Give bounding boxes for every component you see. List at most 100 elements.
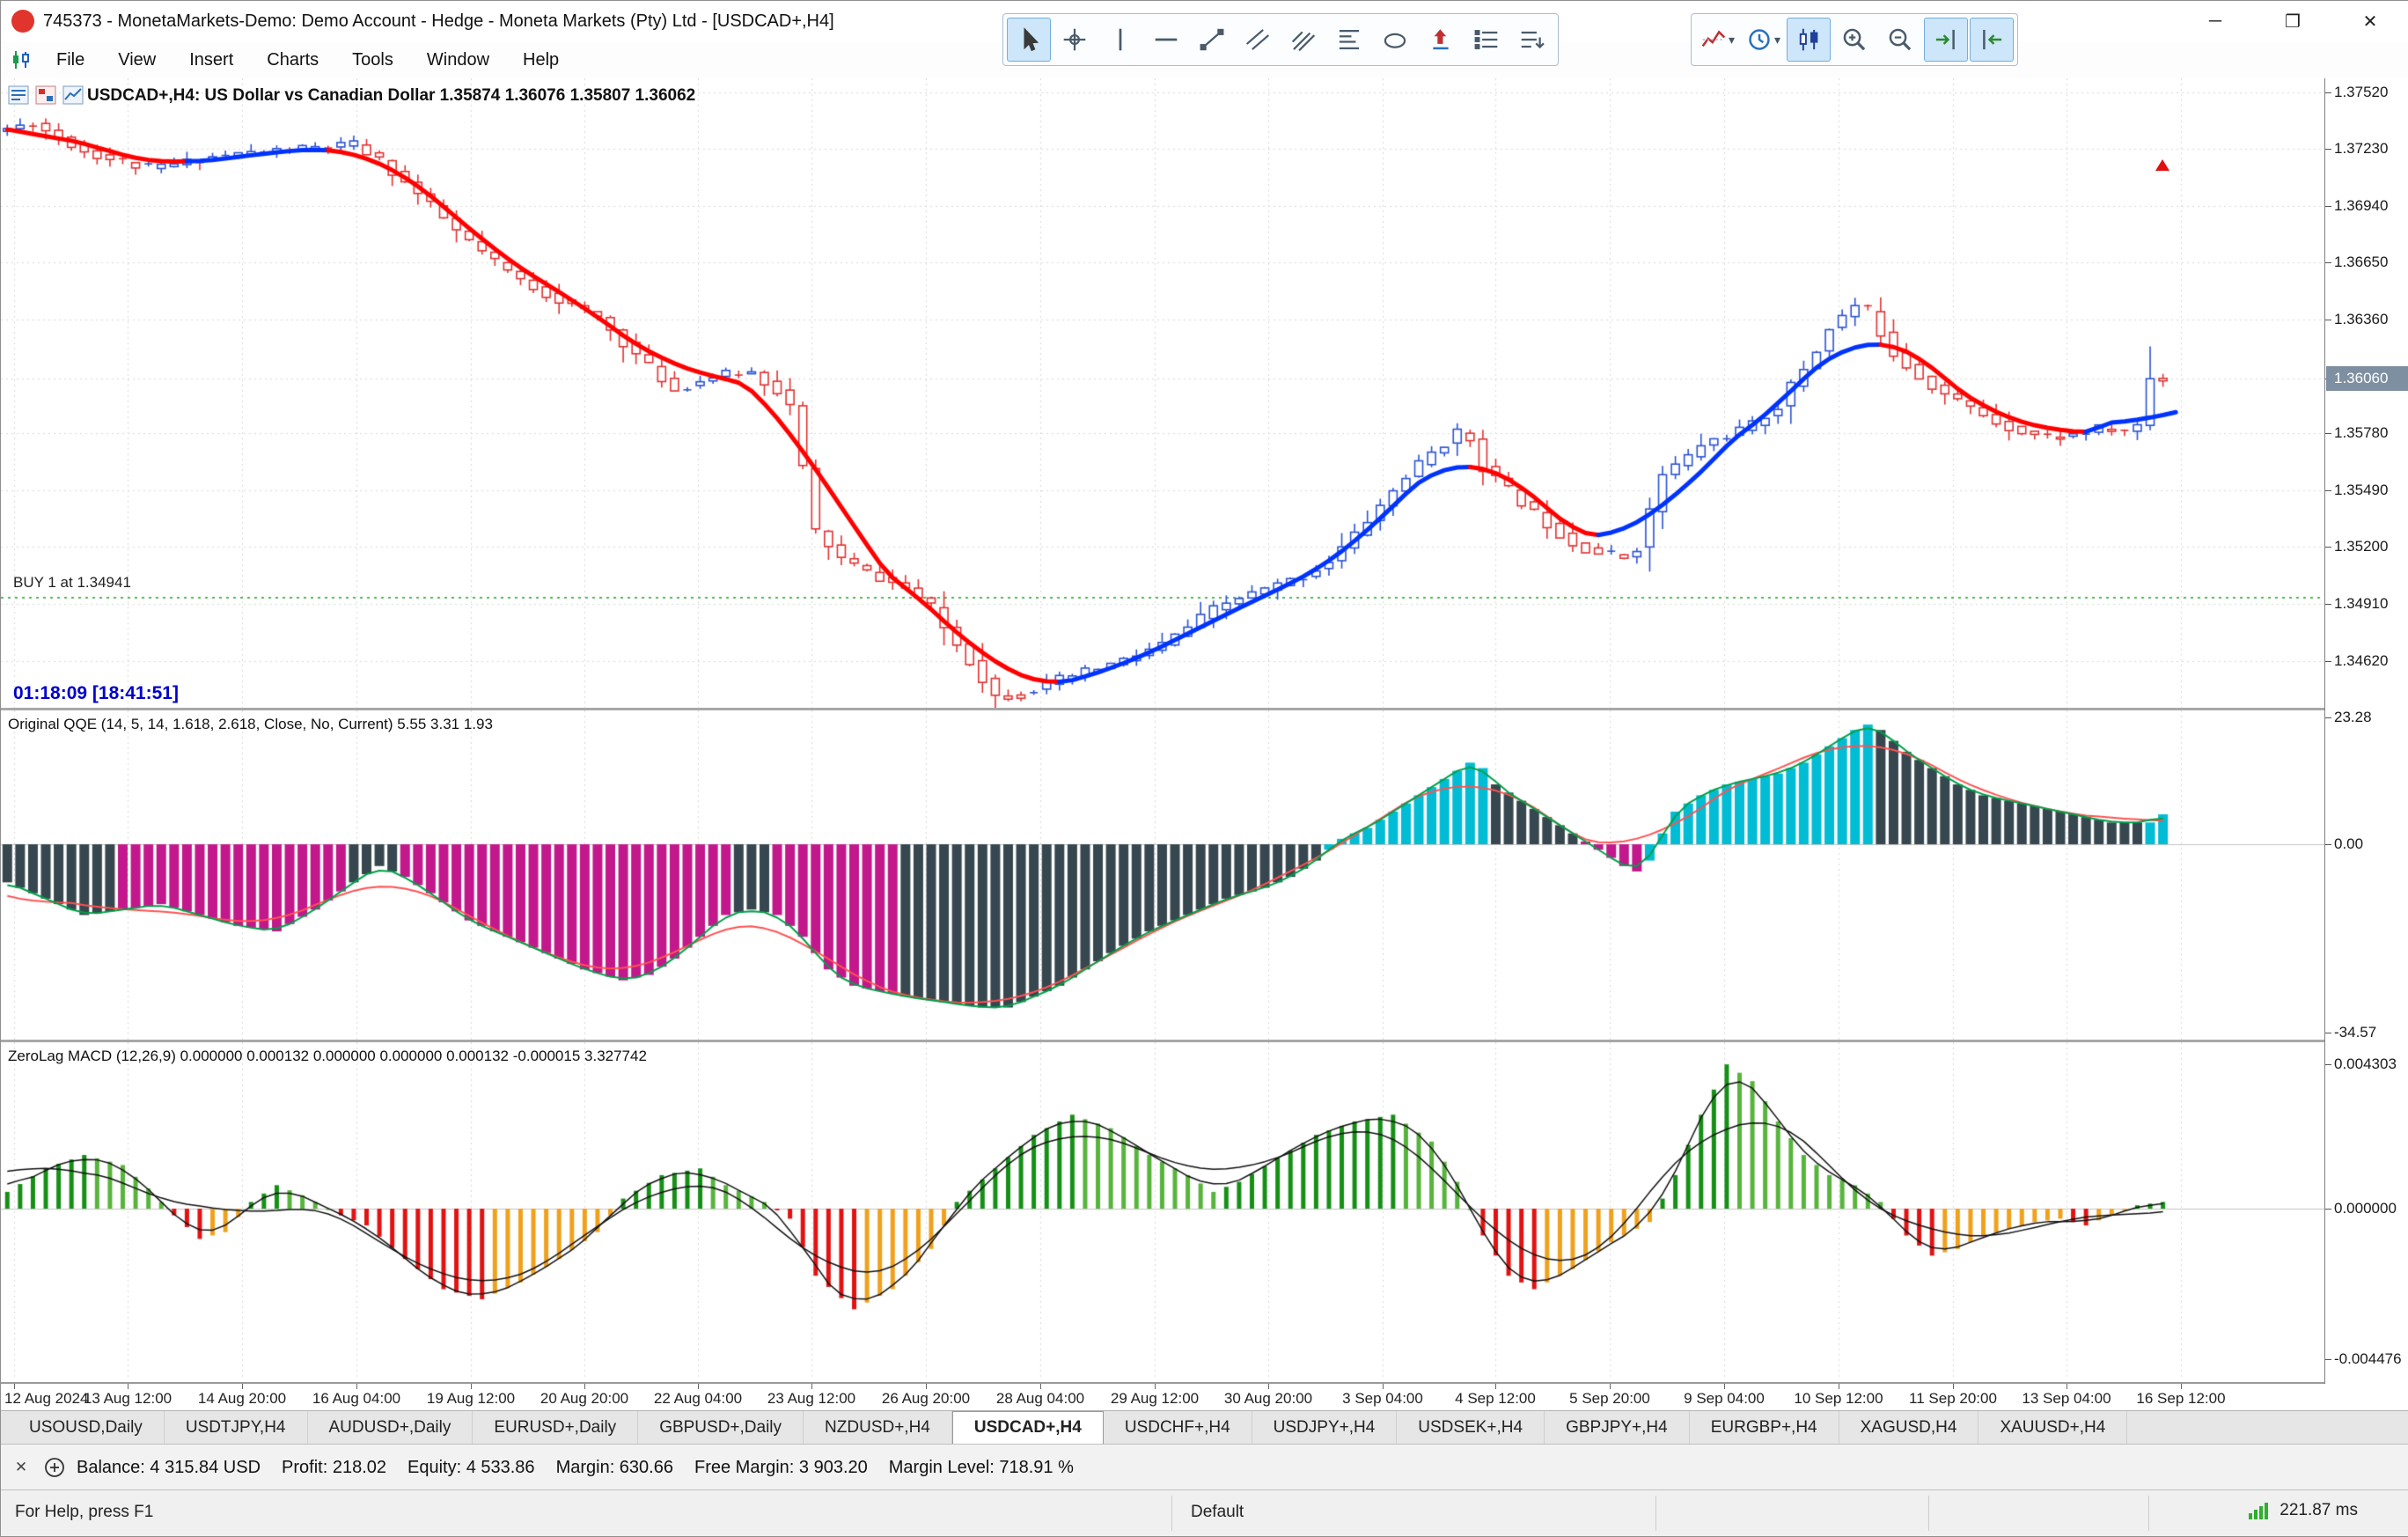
profile-selector[interactable]: Default bbox=[1191, 1503, 1244, 1522]
chart-tab-nzdusd+-h4[interactable]: NZDUSD+,H4 bbox=[804, 1411, 952, 1444]
equity-text: Equity: 4 533.86 bbox=[407, 1457, 535, 1477]
time-axis-label: 16 Aug 04:00 bbox=[312, 1390, 401, 1407]
timeframes-button-dropdown-arrow[interactable]: ▾ bbox=[1774, 33, 1780, 48]
price-scale-label: 0.00 bbox=[2334, 835, 2364, 852]
chart-tab-eurusd+-daily[interactable]: EURUSD+,Daily bbox=[473, 1411, 639, 1444]
shapes-tool[interactable] bbox=[1373, 18, 1417, 62]
depth-of-market-icon[interactable] bbox=[35, 85, 56, 105]
chart-tab-usdsek+-h4[interactable]: USDSEK+,H4 bbox=[1397, 1411, 1545, 1444]
minimize-button[interactable]: ─ bbox=[2177, 1, 2254, 41]
menu-item-help[interactable]: Help bbox=[506, 41, 576, 78]
toolbox-trade-bar: ✕ Balance: 4 315.84 USD Profit: 218.02 Equ… bbox=[1, 1444, 2408, 1490]
chart-tab-usdjpy+-h4[interactable]: USDJPY+,H4 bbox=[1252, 1411, 1398, 1444]
menu-item-file[interactable]: File bbox=[40, 41, 101, 78]
current-price-tag: 1.36060 bbox=[2326, 366, 2408, 391]
price-scale-tick bbox=[2325, 262, 2331, 263]
vertical-line-tool[interactable] bbox=[1098, 18, 1142, 62]
time-axis-label: 28 Aug 04:00 bbox=[995, 1390, 1085, 1407]
menu-item-view[interactable]: View bbox=[101, 41, 173, 78]
price-scale-tick bbox=[2325, 1064, 2331, 1065]
help-hint-text: For Help, press F1 bbox=[15, 1503, 154, 1521]
price-scale-label: 1.35780 bbox=[2334, 424, 2389, 441]
chart-tab-gbpjpy+-h4[interactable]: GBPJPY+,H4 bbox=[1545, 1411, 1690, 1444]
time-axis-label: 14 Aug 20:00 bbox=[197, 1390, 287, 1407]
time-axis-tick bbox=[1610, 1384, 1611, 1389]
equidistant-channel-tool[interactable] bbox=[1236, 18, 1280, 62]
chart-tab-gbpusd+-daily[interactable]: GBPUSD+,Daily bbox=[638, 1411, 804, 1444]
price-scale[interactable]: 1.37520 1.37230 1.36940 1.36650 1.36360 1.360… bbox=[2324, 78, 2408, 1384]
drawing-toolbar bbox=[1002, 13, 1559, 66]
candlestick-mode-button[interactable] bbox=[1787, 18, 1831, 62]
menu-items: File View Insert Charts Tools Window Help bbox=[40, 41, 576, 78]
fibonacci-retracement-tool[interactable] bbox=[1327, 18, 1371, 62]
one-click-trading-icon[interactable] bbox=[8, 85, 29, 105]
candle-timer-label: 01:18:09 [18:41:51] bbox=[13, 683, 179, 703]
price-scale-label: 1.35490 bbox=[2334, 482, 2389, 498]
time-axis-label: 22 Aug 04:00 bbox=[653, 1390, 743, 1407]
margin-text: Margin: 630.66 bbox=[555, 1457, 673, 1477]
macd-indicator-canvas[interactable] bbox=[1, 1042, 2324, 1380]
time-axis-label: 12 Aug 2024 bbox=[4, 1390, 89, 1407]
chart-tab-usdchf+-h4[interactable]: USDCHF+,H4 bbox=[1103, 1411, 1252, 1444]
graphical-objects-tool[interactable] bbox=[1465, 18, 1509, 62]
chart-header: USDCAD+,H4: US Dollar vs Canadian Dollar… bbox=[87, 86, 696, 105]
restore-button[interactable]: ❐ bbox=[2254, 1, 2331, 41]
price-scale-tick bbox=[2325, 844, 2331, 845]
crosshair-tool[interactable] bbox=[1053, 18, 1097, 62]
qqe-indicator-canvas[interactable] bbox=[1, 710, 2324, 1040]
menu-item-tools[interactable]: Tools bbox=[335, 41, 410, 78]
price-scale-tick bbox=[2325, 149, 2331, 150]
time-axis-label: 9 Sep 04:00 bbox=[1684, 1390, 1765, 1407]
chart-tab-xagusd-h4[interactable]: XAGUSD,H4 bbox=[1839, 1411, 1979, 1444]
auto-scroll-button[interactable] bbox=[1970, 18, 2014, 62]
time-axis-label: 11 Sep 20:00 bbox=[1909, 1390, 1997, 1407]
price-scale-tick bbox=[2325, 547, 2331, 548]
chart-tab-audusd+-daily[interactable]: AUDUSD+,Daily bbox=[307, 1411, 474, 1444]
menu-item-insert[interactable]: Insert bbox=[173, 41, 250, 78]
chart-tab-usdtjpy-h4[interactable]: USDTJPY,H4 bbox=[164, 1411, 308, 1444]
time-axis-tick bbox=[242, 1384, 243, 1389]
time-axis-label: 4 Sep 12:00 bbox=[1455, 1390, 1536, 1407]
zoom-out-button[interactable] bbox=[1878, 18, 1922, 62]
chart-controls-toolbar: ▾ ▾ bbox=[1691, 13, 2018, 66]
cursor-tool[interactable] bbox=[1007, 18, 1051, 62]
chart-tab-eurgbp+-h4[interactable]: EURGBP+,H4 bbox=[1689, 1411, 1839, 1444]
time-axis-tick bbox=[1155, 1384, 1156, 1389]
time-axis-tick bbox=[2181, 1384, 2182, 1389]
price-scale-tick bbox=[2325, 1359, 2331, 1360]
new-order-icon[interactable] bbox=[43, 1456, 66, 1479]
chart-shift-button[interactable] bbox=[1924, 18, 1968, 62]
time-axis-label: 19 Aug 12:00 bbox=[426, 1390, 516, 1407]
chart-tab-usousd-daily[interactable]: USOUSD,Daily bbox=[8, 1411, 165, 1444]
andrews-pitchfork-tool[interactable] bbox=[1281, 18, 1325, 62]
chart-tab-usdcad+-h4[interactable]: USDCAD+,H4 bbox=[951, 1411, 1104, 1444]
close-button[interactable]: ✕ bbox=[2331, 1, 2408, 41]
window-title: 745373 - MonetaMarkets-Demo: Demo Accoun… bbox=[43, 11, 834, 31]
objects-list-tool[interactable] bbox=[1510, 18, 1554, 62]
symbol-info-icon[interactable] bbox=[62, 85, 84, 105]
trendline-tool[interactable] bbox=[1190, 18, 1234, 62]
time-axis[interactable]: 12 Aug 2024 13 Aug 12:00 14 Aug 20:00 16 Au… bbox=[1, 1382, 2324, 1412]
price-scale-label: 23.28 bbox=[2334, 709, 2372, 725]
horizontal-line-tool[interactable] bbox=[1144, 18, 1188, 62]
time-axis-label: 3 Sep 04:00 bbox=[1342, 1390, 1423, 1407]
main-chart-canvas[interactable] bbox=[1, 78, 2324, 708]
chart-quick-icons bbox=[8, 85, 84, 105]
menu-item-charts[interactable]: Charts bbox=[250, 41, 335, 78]
chart-tab-xauusd+-h4[interactable]: XAUUSD+,H4 bbox=[1979, 1411, 2128, 1444]
toolbox-close-button[interactable]: ✕ bbox=[6, 1452, 36, 1482]
price-scale-tick bbox=[2325, 433, 2331, 434]
arrow-objects-tool[interactable] bbox=[1419, 18, 1463, 62]
zoom-in-button[interactable] bbox=[1832, 18, 1876, 62]
indicators-button-dropdown-arrow[interactable]: ▾ bbox=[1729, 33, 1735, 48]
balance-text: Balance: 4 315.84 USD bbox=[77, 1457, 261, 1477]
time-axis-tick bbox=[698, 1384, 699, 1389]
menu-item-window[interactable]: Window bbox=[410, 41, 506, 78]
timeframes-button[interactable]: ▾ bbox=[1741, 18, 1785, 62]
connection-status[interactable]: 221.87 ms bbox=[2248, 1501, 2358, 1520]
price-scale-label: 0.004303 bbox=[2334, 1055, 2397, 1072]
qqe-indicator-title: Original QQE (14, 5, 14, 1.618, 2.618, C… bbox=[8, 716, 493, 732]
time-axis-label: 29 Aug 12:00 bbox=[1110, 1390, 1200, 1407]
time-axis-tick bbox=[811, 1384, 812, 1389]
indicators-button[interactable]: ▾ bbox=[1695, 18, 1739, 62]
